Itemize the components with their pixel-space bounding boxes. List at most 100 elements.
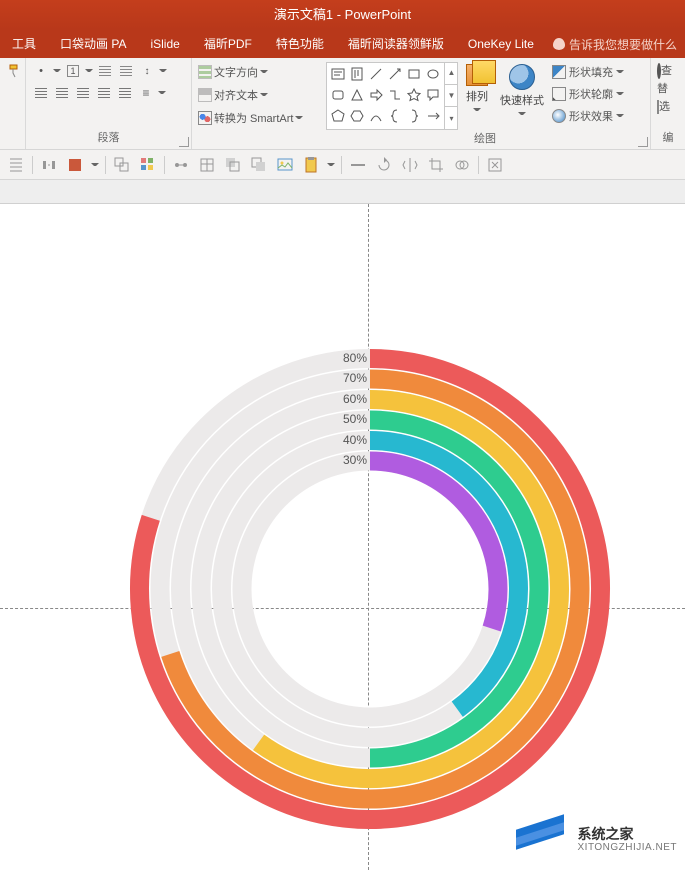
chevron-down-icon [473, 106, 481, 114]
shape-line-icon[interactable] [367, 65, 384, 82]
columns-button[interactable] [137, 84, 155, 102]
quick-styles-icon [509, 64, 535, 90]
replace-button[interactable]: 替 [657, 80, 679, 96]
editing-label: 编 [657, 129, 679, 147]
justify-button[interactable] [95, 84, 113, 102]
smartart-icon [198, 111, 212, 125]
gallery-down-button[interactable]: ▼ [445, 85, 458, 108]
qat-layout-icon[interactable] [197, 155, 217, 175]
format-painter-button[interactable] [6, 62, 24, 80]
shape-connector-icon[interactable] [424, 108, 441, 125]
shape-arrow-icon[interactable] [386, 65, 403, 82]
shape-triangle-icon[interactable] [348, 86, 365, 103]
group-drawing: ▲ ▼ ▾ 排列 快速样式 形状填充 形状轮廓 形状效果 绘图 [320, 58, 651, 149]
align-text-button[interactable]: 对齐文本 [198, 85, 314, 105]
group-paragraph: 段落 [26, 58, 192, 149]
qat-merge-icon[interactable] [452, 155, 472, 175]
shape-rbrace-icon[interactable] [405, 108, 422, 125]
shapes-gallery[interactable]: ▲ ▼ ▾ [326, 62, 458, 130]
select-button[interactable]: 选 [657, 98, 679, 114]
chevron-down-icon[interactable] [159, 67, 167, 75]
find-button[interactable]: 查 [657, 62, 679, 78]
shape-textbox-icon[interactable] [329, 65, 346, 82]
shape-oval-icon[interactable] [424, 65, 441, 82]
shape-callout-icon[interactable] [424, 86, 441, 103]
chevron-down-icon [518, 110, 526, 118]
qat-distribute-h-icon[interactable] [39, 155, 59, 175]
tab-onekey[interactable]: OneKey Lite [456, 30, 546, 58]
gallery-more-button[interactable]: ▾ [445, 107, 458, 130]
arrange-icon [466, 64, 488, 86]
align-center-button[interactable] [53, 84, 71, 102]
group-editing: 查 替 选 编 [651, 58, 685, 149]
increase-indent-button[interactable] [117, 62, 135, 80]
decrease-indent-button[interactable] [96, 62, 114, 80]
qat-flip-icon[interactable] [400, 155, 420, 175]
paragraph-dialog-launcher[interactable] [179, 137, 189, 147]
chevron-down-icon[interactable] [158, 89, 166, 97]
tab-foxit-reader[interactable]: 福昕阅读器领鲜版 [336, 30, 456, 58]
radial-chart[interactable]: 80%70%60%50%40%30% [125, 344, 615, 834]
drawing-dialog-launcher[interactable] [638, 137, 648, 147]
bulb-icon [553, 38, 565, 50]
qat-bring-front-icon[interactable] [249, 155, 269, 175]
text-direction-button[interactable]: 文字方向 [198, 62, 314, 82]
slide-canvas[interactable]: 80%70%60%50%40%30% 系统之家 XITONGZHIJIA.NET [0, 180, 685, 870]
chevron-down-icon[interactable] [85, 67, 93, 75]
ribbon-tabs: 工具 口袋动画 PA iSlide 福昕PDF 特色功能 福昕阅读器领鲜版 On… [0, 30, 685, 58]
shape-hexagon-icon[interactable] [348, 108, 365, 125]
bucket-icon [552, 65, 566, 79]
chevron-down-icon[interactable] [91, 161, 99, 169]
qat-align-icon[interactable] [6, 155, 26, 175]
arrange-button[interactable]: 排列 [462, 62, 492, 130]
shape-rarrow-icon[interactable] [367, 86, 384, 103]
watermark-logo-icon [510, 818, 570, 862]
bullets-button[interactable] [32, 62, 50, 80]
qat-picture-icon[interactable] [275, 155, 295, 175]
qat-group-icon[interactable] [112, 155, 132, 175]
gallery-up-button[interactable]: ▲ [445, 62, 458, 85]
numbering-button[interactable] [64, 62, 82, 80]
shape-fill-button[interactable]: 形状填充 [552, 62, 624, 82]
tab-islide[interactable]: iSlide [138, 30, 191, 58]
align-left-button[interactable] [32, 84, 50, 102]
tab-foxit-pdf[interactable]: 福昕PDF [192, 30, 264, 58]
qat-snap-icon[interactable] [171, 155, 191, 175]
tab-special[interactable]: 特色功能 [264, 30, 336, 58]
qat-paste-icon[interactable] [301, 155, 321, 175]
qat-hline-icon[interactable] [348, 155, 368, 175]
separator [164, 156, 165, 174]
shape-curve-icon[interactable] [367, 108, 384, 125]
shape-roundrect-icon[interactable] [329, 86, 346, 103]
convert-smartart-button[interactable]: 转换为 SmartArt [198, 108, 314, 128]
shape-vtextbox-icon[interactable] [348, 65, 365, 82]
slide[interactable]: 80%70%60%50%40%30% 系统之家 XITONGZHIJIA.NET [0, 204, 685, 870]
shape-pentagon-icon[interactable] [329, 108, 346, 125]
tab-tools[interactable]: 工具 [0, 30, 48, 58]
quick-styles-button[interactable]: 快速样式 [496, 62, 548, 130]
qat-send-back-icon[interactable] [223, 155, 243, 175]
shape-lbrace-icon[interactable] [386, 108, 403, 125]
shape-elbow-icon[interactable] [386, 86, 403, 103]
qat-rotate-icon[interactable] [374, 155, 394, 175]
qat-zoom-icon[interactable] [485, 155, 505, 175]
drawing-label: 绘图 [326, 130, 644, 148]
tell-me-search[interactable]: 告诉我您想要做什么 [553, 36, 685, 53]
qat-grid-icon[interactable] [138, 155, 158, 175]
shape-rect-icon[interactable] [405, 65, 422, 82]
distribute-button[interactable] [116, 84, 134, 102]
line-spacing-button[interactable] [138, 62, 156, 80]
qat-crop-icon[interactable] [426, 155, 446, 175]
shape-outline-button[interactable]: 形状轮廓 [552, 84, 624, 104]
paragraph-label: 段落 [32, 129, 185, 147]
ring-label: 40% [327, 433, 367, 447]
chevron-down-icon [260, 91, 268, 99]
tab-pocket-anim[interactable]: 口袋动画 PA [48, 30, 138, 58]
chevron-down-icon[interactable] [327, 161, 335, 169]
chevron-down-icon[interactable] [53, 67, 61, 75]
qat-shapefill-icon[interactable] [65, 155, 85, 175]
align-right-button[interactable] [74, 84, 92, 102]
shape-effects-button[interactable]: 形状效果 [552, 106, 624, 126]
shape-star-icon[interactable] [405, 86, 422, 103]
pen-icon [552, 87, 566, 101]
